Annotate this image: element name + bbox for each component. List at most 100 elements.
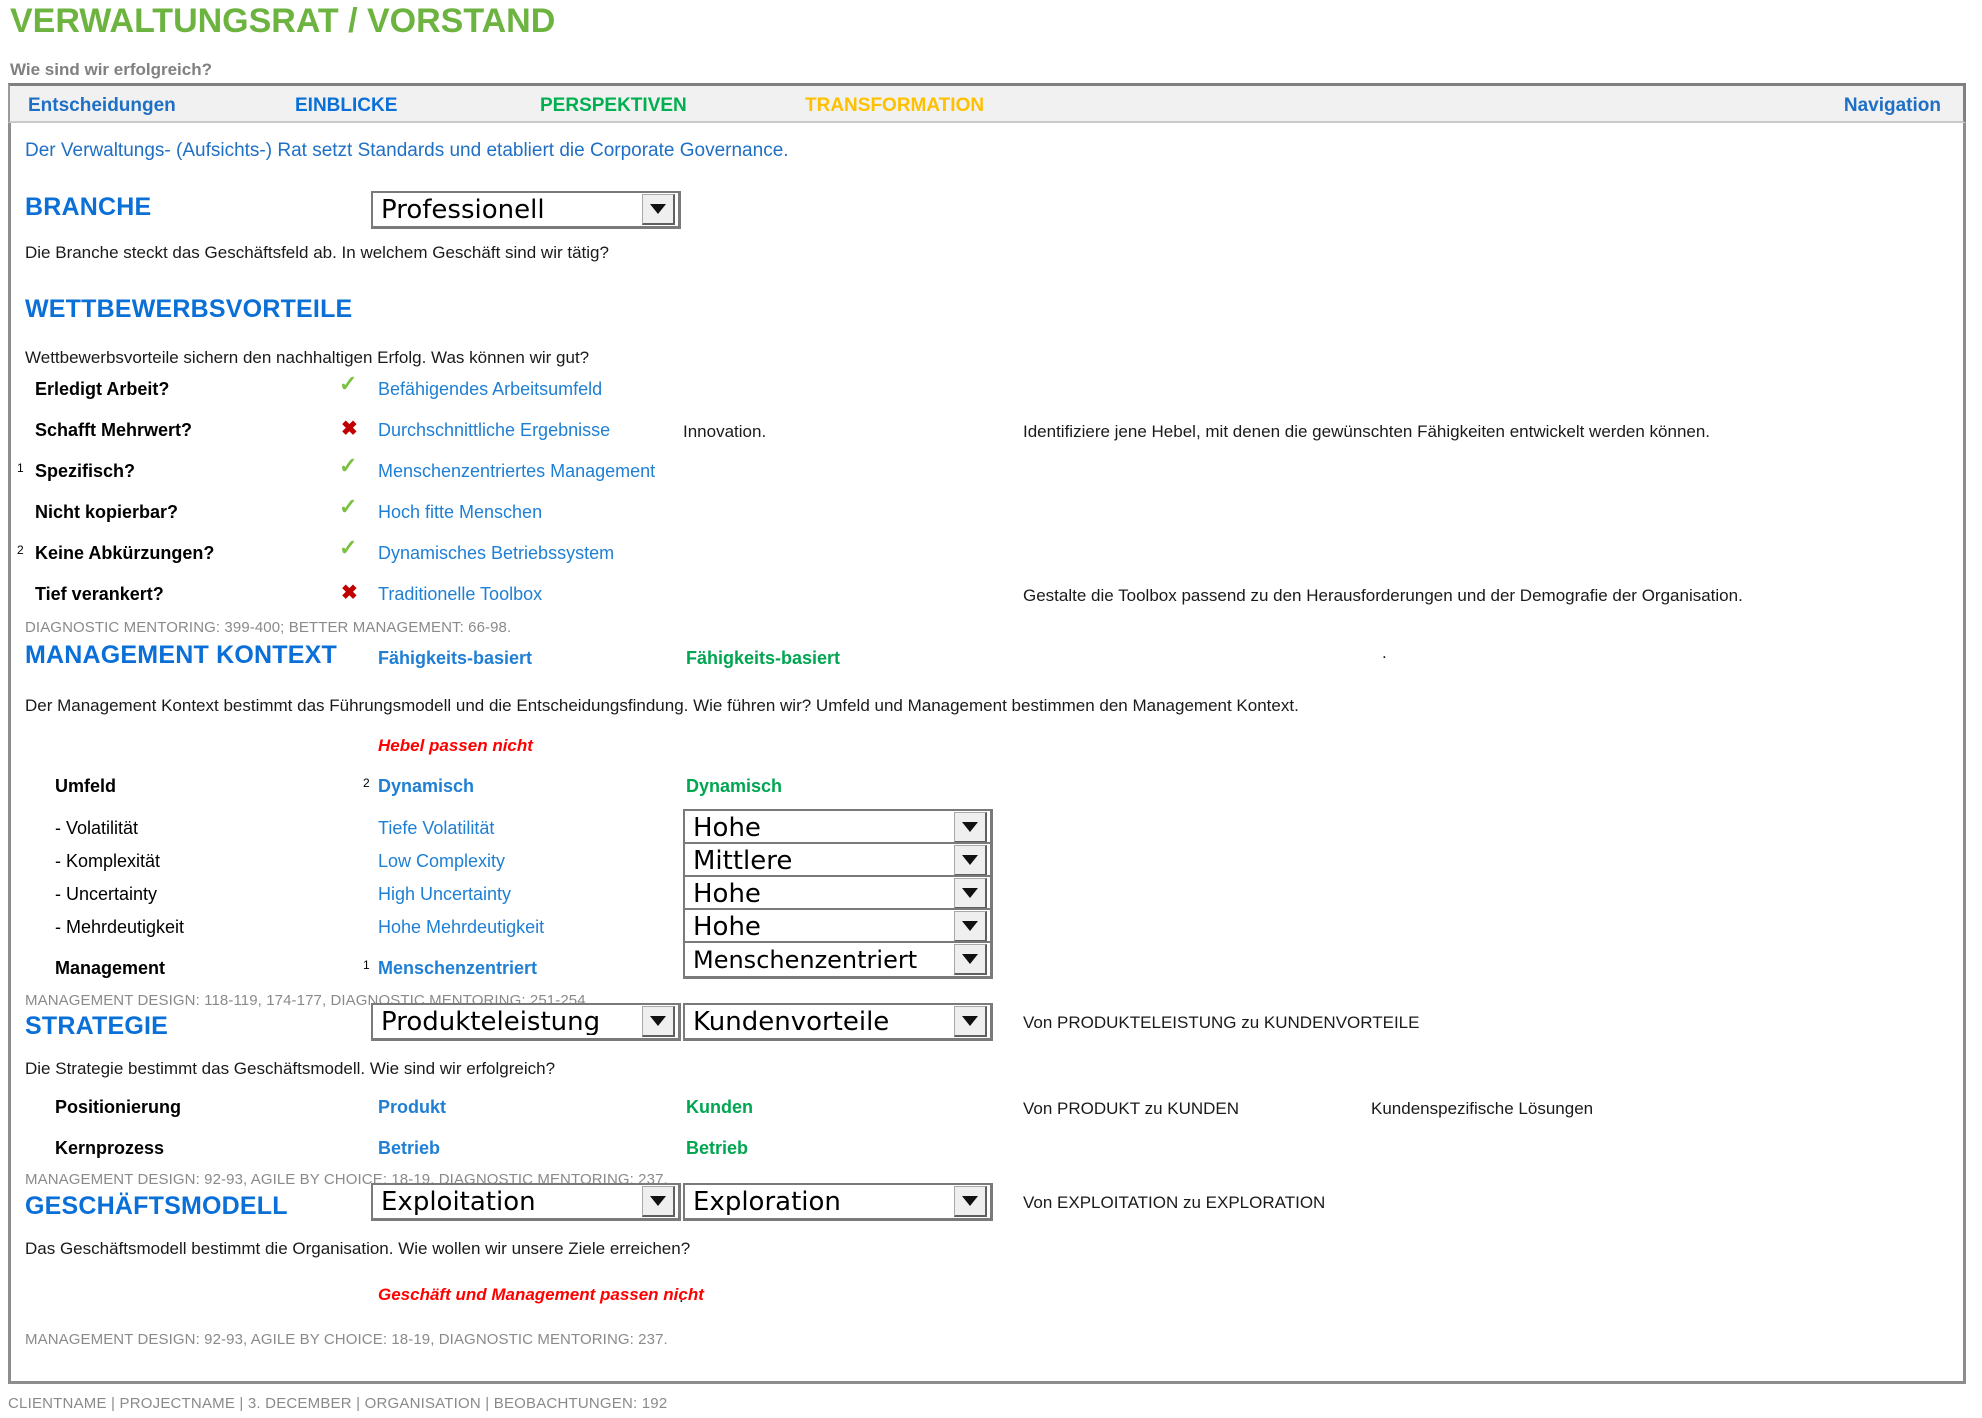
row-comment-schafft-mehrwert: Identifiziere jene Hebel, mit denen die … <box>1023 422 1711 441</box>
row-superscript: 2 <box>363 776 370 790</box>
volatilitaet-select-value: Hohe <box>693 814 761 841</box>
strategie-row-perspective-kernprozess: Betrieb <box>686 1138 749 1158</box>
management-select-value: Menschenzentriert <box>693 947 918 972</box>
strategie-row-transformation-positionierung: Von PRODUKT zu KUNDEN <box>1023 1099 1240 1118</box>
strategie-description: Die Strategie bestimmt das Geschäftsmode… <box>25 1059 556 1078</box>
mk-trailing-dot: . <box>1382 643 1387 662</box>
management-kontext-description: Der Management Kontext bestimmt das Führ… <box>25 696 1299 715</box>
mk-row-insight-management: Menschenzentriert <box>378 958 538 978</box>
mk-row-insight-uncertainty: High Uncertainty <box>378 884 512 904</box>
row-value-erledigt-arbeit: Befähigendes Arbeitsumfeld <box>378 379 603 399</box>
chevron-down-icon[interactable] <box>954 1186 987 1217</box>
chevron-down-icon[interactable] <box>954 845 987 876</box>
row-superscript: 1 <box>363 958 370 972</box>
strategie-row-label-positionierung: Positionierung <box>55 1097 181 1117</box>
strategie-row-extra-positionierung: Kundenspezifische Lösungen <box>1371 1099 1594 1118</box>
source-note-wettbewerbsvorteile: DIAGNOSTIC MENTORING: 399-400; BETTER MA… <box>25 619 512 636</box>
cross-icon: ✖ <box>341 418 358 440</box>
row-value-schafft-mehrwert: Durchschnittliche Ergebnisse <box>378 420 611 440</box>
tab-entscheidungen[interactable]: Entscheidungen <box>28 95 176 117</box>
section-heading-geschaeftsmodell: GESCHÄFTSMODELL <box>25 1192 288 1220</box>
check-icon: ✓ <box>339 535 358 560</box>
mehrdeutigkeit-select-value: Hohe <box>693 913 761 940</box>
mk-col-perspective: Fähigkeits-basiert <box>686 648 841 668</box>
strategie-select-right[interactable]: Kundenvorteile <box>683 1003 993 1041</box>
main-content-panel: Der Verwaltungs- (Aufsichts-) Rat setzt … <box>8 123 1966 1384</box>
row-value-keine-abkuerzungen: Dynamisches Betriebssystem <box>378 543 615 563</box>
row-value-tief-verankert: Traditionelle Toolbox <box>378 584 543 604</box>
management-select[interactable]: Menschenzentriert <box>683 941 993 979</box>
row-label-spezifisch: Spezifisch? <box>35 461 136 481</box>
strategie-row-insight-positionierung: Produkt <box>378 1097 447 1117</box>
row-label-tief-verankert: Tief verankert? <box>35 584 164 604</box>
row-mid-schafft-mehrwert: Innovation. <box>683 422 767 441</box>
mk-col-insight: Fähigkeits-basiert <box>378 648 533 668</box>
section-heading-management-kontext: MANAGEMENT KONTEXT <box>25 641 337 669</box>
strategie-row-perspective-positionierung: Kunden <box>686 1097 753 1117</box>
check-icon: ✓ <box>339 453 358 478</box>
page-subtitle: Wie sind wir erfolgreich? <box>10 60 212 79</box>
tab-einblicke[interactable]: EINBLICKE <box>295 95 397 117</box>
chevron-down-icon[interactable] <box>642 1186 675 1217</box>
geschaeftsmodell-warning-dot: . <box>679 1287 684 1306</box>
strategie-row-label-kernprozess: Kernprozess <box>55 1138 165 1158</box>
uncertainty-select-value: Hohe <box>693 880 761 907</box>
row-label-keine-abkuerzungen: Keine Abkürzungen? <box>35 543 215 563</box>
tab-navigation[interactable]: Navigation <box>1844 95 1941 117</box>
intro-text: Der Verwaltungs- (Aufsichts-) Rat setzt … <box>25 140 789 161</box>
mk-row-label-umfeld: Umfeld <box>55 776 117 796</box>
chevron-down-icon[interactable] <box>954 1006 987 1037</box>
chevron-down-icon[interactable] <box>642 194 675 225</box>
cross-icon: ✖ <box>341 582 358 604</box>
geschaeftsmodell-description: Das Geschäftsmodell bestimmt die Organis… <box>25 1239 691 1258</box>
branche-select[interactable]: Professionell <box>371 191 681 229</box>
mk-row-perspective-umfeld: Dynamisch <box>686 776 783 796</box>
chevron-down-icon[interactable] <box>954 944 987 975</box>
strategie-transformation: Von PRODUKTELEISTUNG zu KUNDENVORTEILE <box>1023 1013 1420 1032</box>
strategie-select-right-value: Kundenvorteile <box>693 1008 890 1035</box>
row-superscript: 2 <box>17 543 24 557</box>
branche-description: Die Branche steckt das Geschäftsfeld ab.… <box>25 243 609 262</box>
row-value-spezifisch: Menschenzentriertes Management <box>378 461 656 481</box>
navigation-bar: Entscheidungen EINBLICKE PERSPEKTIVEN TR… <box>8 83 1966 123</box>
mk-row-label-mehrdeutigkeit: - Mehrdeutigkeit <box>55 917 185 937</box>
wettbewerbsvorteile-description: Wettbewerbsvorteile sichern den nachhalt… <box>25 348 590 367</box>
row-label-schafft-mehrwert: Schafft Mehrwert? <box>35 420 193 440</box>
mk-row-label-komplexitaet: - Komplexität <box>55 851 161 871</box>
komplexitaet-select-value: Mittlere <box>693 847 793 874</box>
page-title: VERWALTUNGSRAT / VORSTAND <box>10 2 556 40</box>
geschaeftsmodell-transformation: Von EXPLOITATION zu EXPLORATION <box>1023 1193 1326 1212</box>
tab-transformation[interactable]: TRANSFORMATION <box>805 95 984 117</box>
mk-row-insight-komplexitaet: Low Complexity <box>378 851 506 871</box>
row-superscript: 1 <box>17 461 24 475</box>
branche-select-value: Professionell <box>381 196 545 223</box>
chevron-down-icon[interactable] <box>954 911 987 942</box>
row-label-nicht-kopierbar: Nicht kopierbar? <box>35 502 179 522</box>
tab-perspektiven[interactable]: PERSPEKTIVEN <box>540 95 687 117</box>
source-note-geschaeftsmodell: MANAGEMENT DESIGN: 92-93, AGILE BY CHOIC… <box>25 1331 668 1348</box>
chevron-down-icon[interactable] <box>954 812 987 843</box>
check-icon: ✓ <box>339 494 358 519</box>
geschaeftsmodell-select-left[interactable]: Exploitation <box>371 1183 681 1221</box>
strategie-select-left[interactable]: Produkteleistung <box>371 1003 681 1041</box>
chevron-down-icon[interactable] <box>642 1006 675 1037</box>
mk-row-insight-mehrdeutigkeit: Hohe Mehrdeutigkeit <box>378 917 545 937</box>
chevron-down-icon[interactable] <box>954 878 987 909</box>
section-heading-branche: BRANCHE <box>25 193 152 221</box>
strategie-select-left-value: Produkteleistung <box>381 1008 601 1035</box>
management-kontext-warning: Hebel passen nicht <box>378 736 533 755</box>
mk-row-label-volatilitaet: - Volatilität <box>55 818 139 838</box>
mk-row-insight-umfeld: Dynamisch <box>378 776 475 796</box>
section-heading-wettbewerbsvorteile: WETTBEWERBSVORTEILE <box>25 295 353 323</box>
footer-status-bar: CLIENTNAME | PROJECTNAME | 3. DECEMBER |… <box>8 1395 668 1412</box>
mk-row-label-management: Management <box>55 958 166 978</box>
geschaeftsmodell-select-left-value: Exploitation <box>381 1188 536 1215</box>
row-label-erledigt-arbeit: Erledigt Arbeit? <box>35 379 170 399</box>
check-icon: ✓ <box>339 371 358 396</box>
geschaeftsmodell-select-right[interactable]: Exploration <box>683 1183 993 1221</box>
strategie-row-insight-kernprozess: Betrieb <box>378 1138 441 1158</box>
geschaeftsmodell-select-right-value: Exploration <box>693 1188 841 1215</box>
mk-row-label-uncertainty: - Uncertainty <box>55 884 158 904</box>
geschaeftsmodell-warning: Geschäft und Management passen nicht <box>378 1285 704 1304</box>
row-comment-tief-verankert: Gestalte die Toolbox passend zu den Hera… <box>1023 586 1743 605</box>
